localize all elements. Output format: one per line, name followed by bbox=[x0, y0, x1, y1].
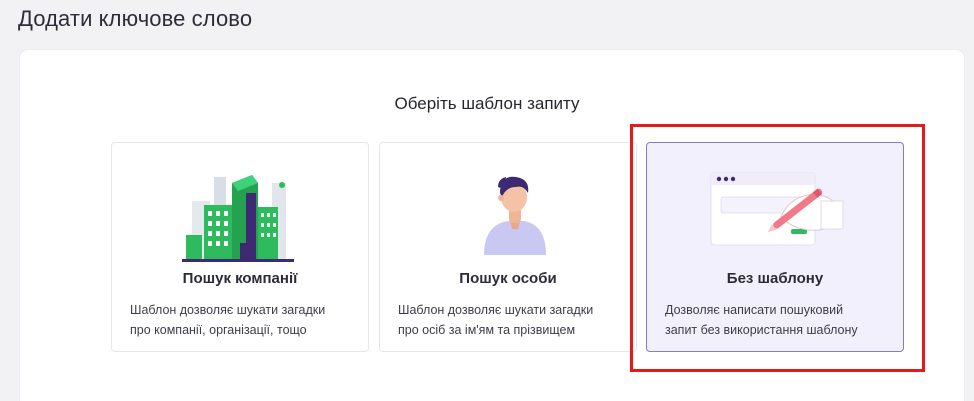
card-desc-person: Шаблон дозволяє шукати загадки про осіб … bbox=[398, 300, 626, 340]
person-icon bbox=[380, 153, 636, 268]
card-title-no-template: Без шаблону bbox=[726, 270, 824, 287]
card-desc-no-template: Дозволяє написати пошуковий запит без ви… bbox=[665, 300, 893, 340]
buildings-icon bbox=[112, 153, 368, 268]
template-card-no-template[interactable]: Без шаблону Дозволяє написати пошуковий … bbox=[646, 142, 904, 352]
card-title-person: Пошук особи bbox=[459, 270, 557, 287]
card-desc-line: про осіб за ім'ям та прізвищем bbox=[398, 323, 576, 337]
template-card-company[interactable]: Пошук компанії Шаблон дозволяє шукати за… bbox=[111, 142, 369, 352]
template-card-person[interactable]: Пошук особи Шаблон дозволяє шукати загад… bbox=[379, 142, 637, 352]
card-desc-line: про компанії, організації, тощо bbox=[130, 323, 307, 337]
writing-hand-icon bbox=[647, 153, 903, 268]
card-desc-line: Дозволяє написати пошуковий bbox=[665, 303, 844, 317]
template-prompt: Оберіть шаблон запиту bbox=[394, 94, 580, 113]
card-desc-line: запит без використання шаблону bbox=[665, 323, 858, 337]
card-desc-line: Шаблон дозволяє шукати загадки bbox=[130, 303, 326, 317]
card-desc-line: Шаблон дозволяє шукати загадки bbox=[398, 303, 594, 317]
page-title: Додати ключове слово bbox=[18, 6, 253, 31]
card-desc-company: Шаблон дозволяє шукати загадки про компа… bbox=[130, 300, 358, 340]
card-title-company: Пошук компанії bbox=[182, 270, 298, 287]
